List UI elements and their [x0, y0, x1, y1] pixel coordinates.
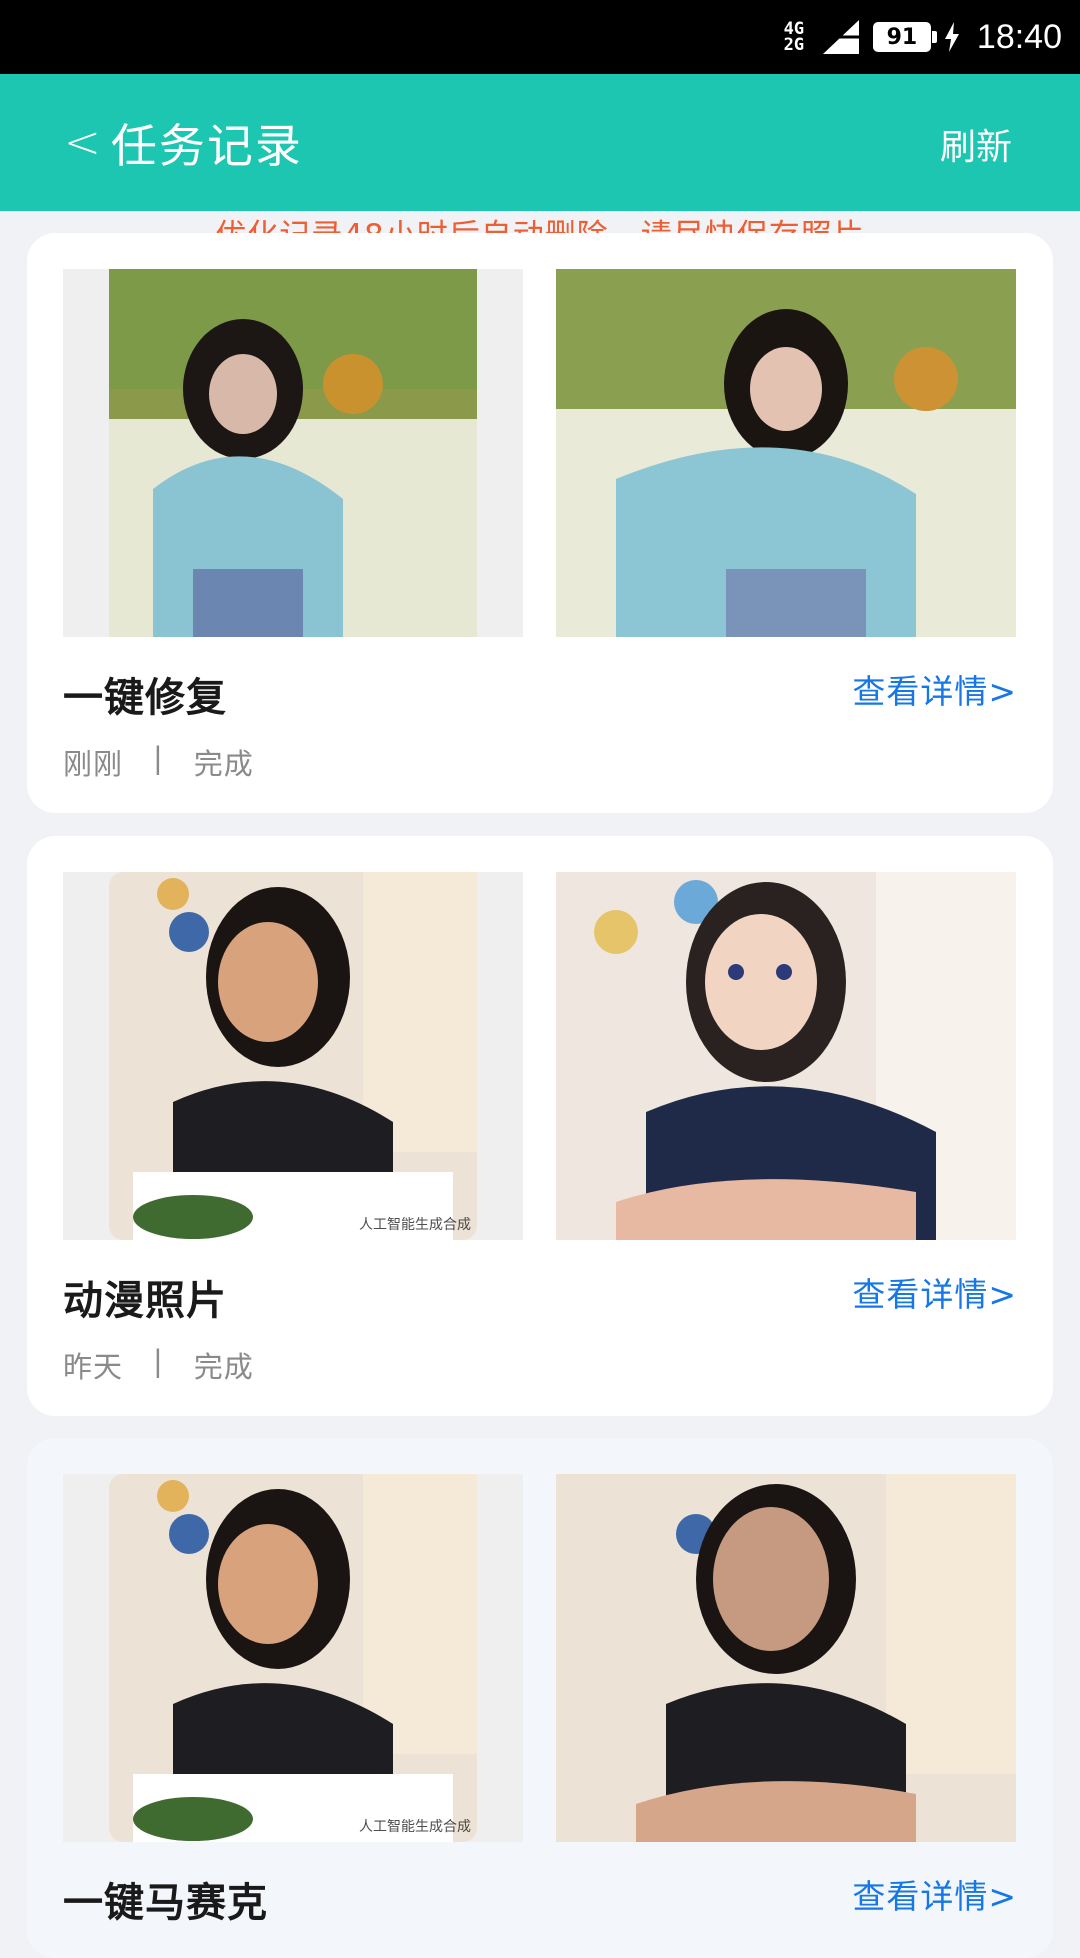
refresh-button[interactable]: 刷新: [940, 118, 1012, 170]
charging-icon: [944, 22, 959, 52]
status-icons: 4G 2G 91 18:40: [779, 0, 1062, 74]
battery-level: 91: [886, 24, 918, 50]
portrait-photo-image: [109, 269, 477, 637]
task-title: 动漫照片: [63, 1278, 227, 1324]
network-indicator: 4G 2G: [779, 21, 809, 55]
task-card[interactable]: 人工智能生成合成 一键马赛克 查看详情>: [27, 1438, 1053, 1958]
processed-photo-thumbnail[interactable]: [556, 1474, 1016, 1842]
task-card[interactable]: 人工智能生成合成 动漫照片 查看详情> 昨天 | 完成: [27, 836, 1053, 1416]
meta-separator: |: [153, 741, 164, 775]
anime-photo-image: [556, 872, 1016, 1240]
signal-icon: [822, 20, 859, 54]
app-bar: < 任务记录 刷新: [0, 74, 1080, 211]
task-status: 完成: [193, 747, 254, 781]
original-photo-thumbnail[interactable]: [63, 269, 523, 637]
task-card[interactable]: 一键修复 查看详情> 刚刚 | 完成: [27, 233, 1053, 813]
task-meta: 昨天 | 完成: [63, 1344, 254, 1386]
ai-generated-watermark: 人工智能生成合成: [359, 1217, 471, 1233]
task-meta: 刚刚 | 完成: [63, 741, 254, 783]
back-chevron-icon: <: [64, 117, 101, 168]
clock: 18:40: [976, 17, 1062, 56]
ai-generated-watermark: 人工智能生成合成: [359, 1819, 471, 1835]
task-title: 一键修复: [63, 675, 227, 721]
view-details-link[interactable]: 查看详情>: [852, 1268, 1017, 1316]
meta-separator: |: [153, 1344, 164, 1378]
mosaic-photo-image: [556, 1474, 1016, 1842]
processed-photo-thumbnail[interactable]: [556, 872, 1016, 1240]
network-2g-label: 2G: [783, 35, 805, 55]
battery-icon: 91: [872, 22, 937, 52]
back-button[interactable]: < 任务记录: [64, 108, 303, 178]
processed-photo-thumbnail[interactable]: [556, 269, 1016, 637]
status-bar: 4G 2G 91 18:40: [0, 0, 1080, 74]
view-details-link[interactable]: 查看详情>: [852, 1870, 1017, 1918]
original-photo-thumbnail[interactable]: 人工智能生成合成: [63, 872, 523, 1240]
task-title: 一键马赛克: [63, 1880, 268, 1926]
portrait-photo-image: [109, 1474, 477, 1842]
page-title: 任务记录: [110, 119, 303, 173]
task-status: 完成: [193, 1350, 254, 1384]
portrait-photo-image: [109, 872, 477, 1240]
original-photo-thumbnail[interactable]: 人工智能生成合成: [63, 1474, 523, 1842]
view-details-link[interactable]: 查看详情>: [852, 665, 1017, 713]
task-time: 刚刚: [63, 747, 124, 781]
task-time: 昨天: [63, 1350, 124, 1384]
repaired-photo-image: [556, 269, 1016, 637]
